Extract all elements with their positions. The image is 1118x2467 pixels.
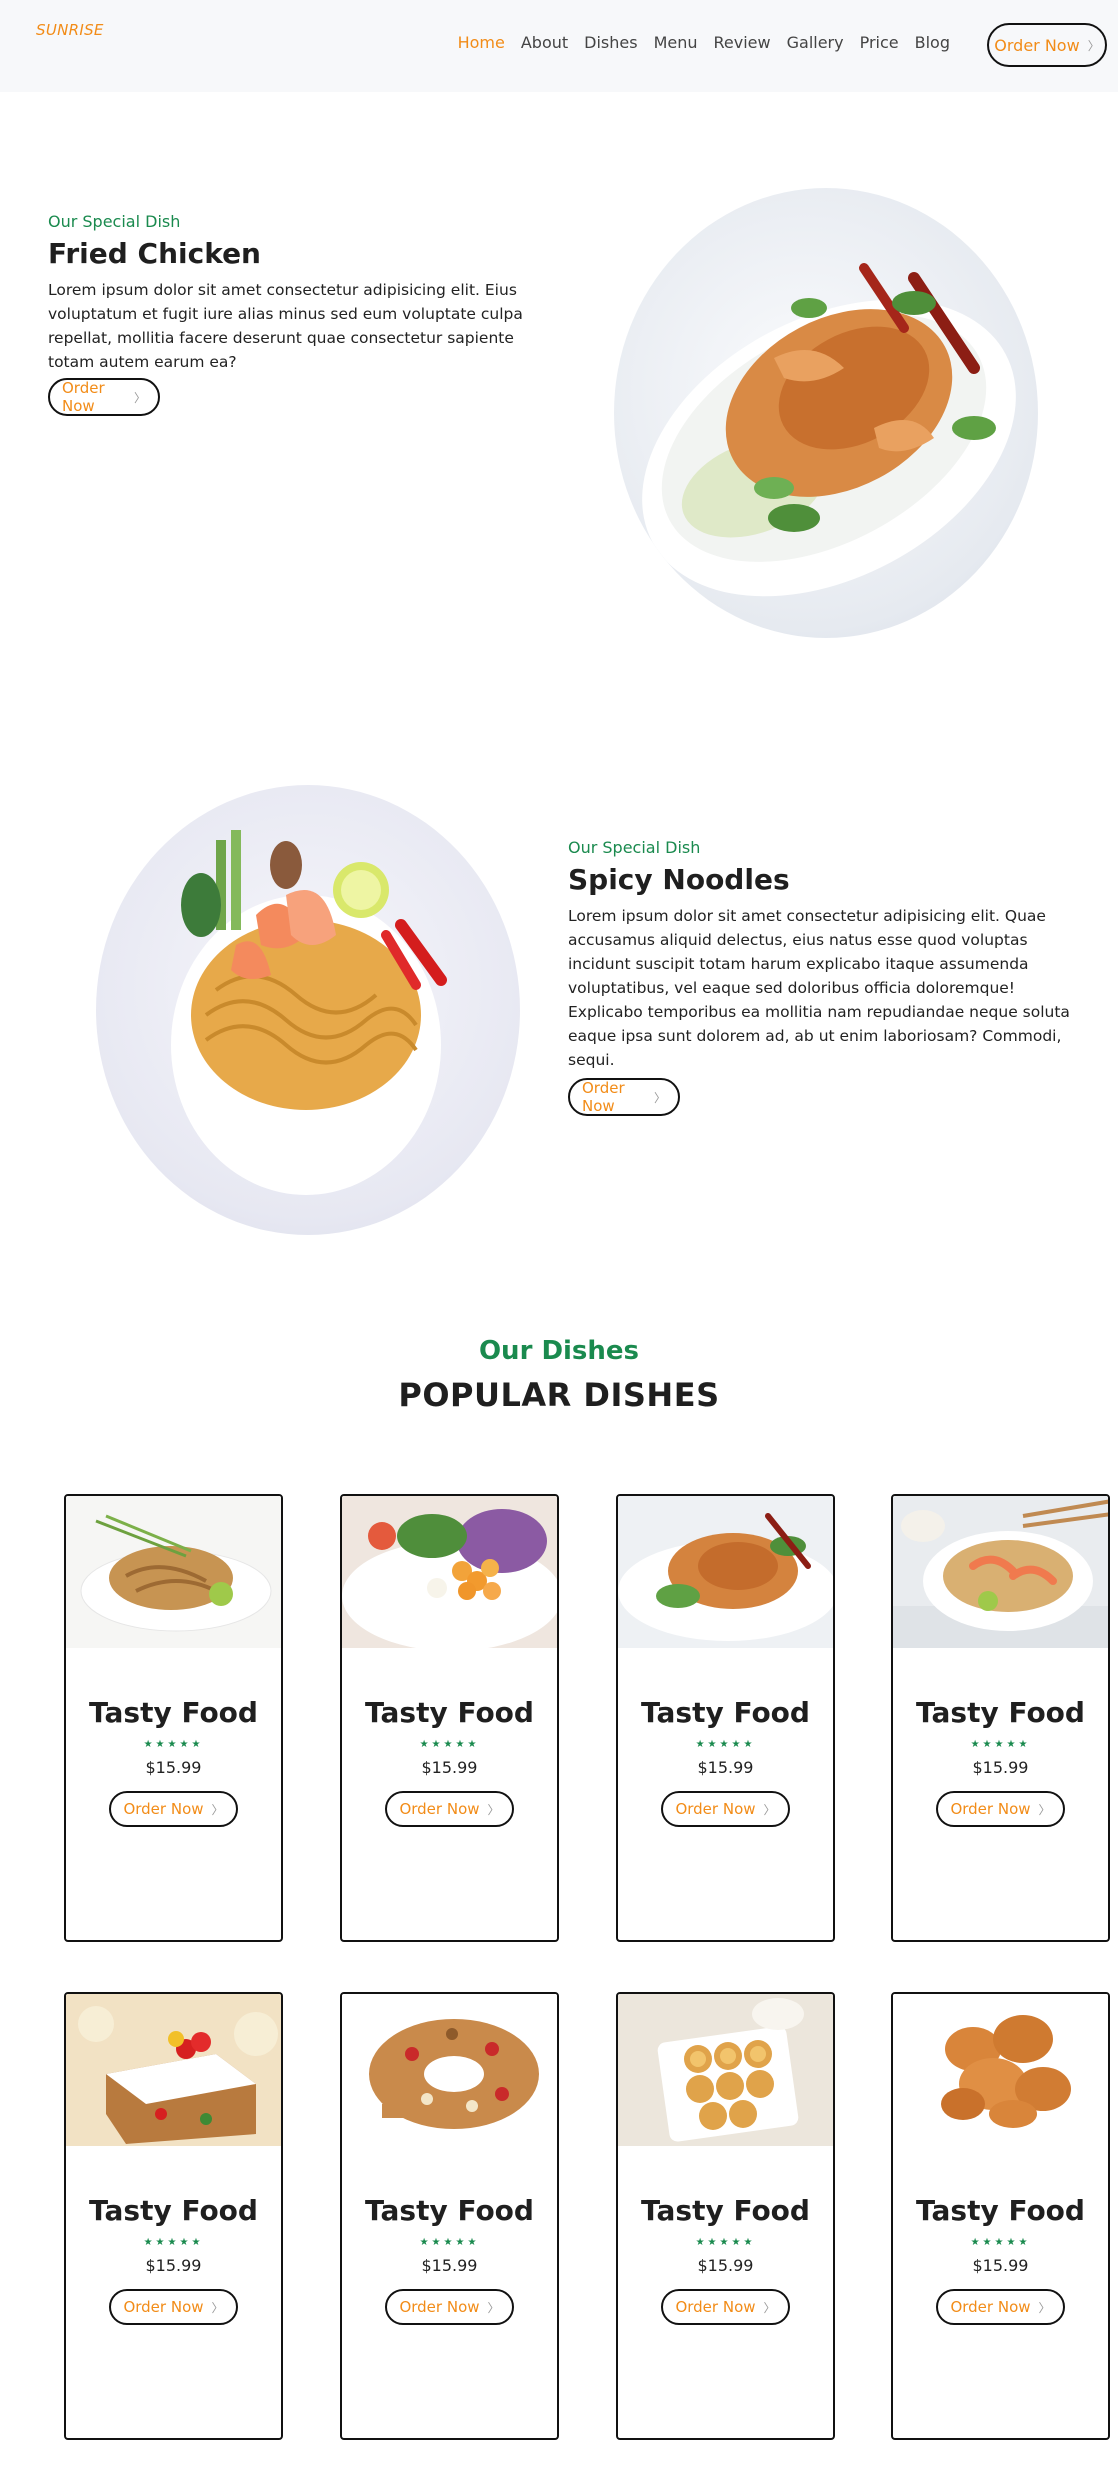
special-description: Lorem ipsum dolor sit amet consectetur a… — [568, 907, 1070, 1069]
dish-order-button[interactable]: Order Now 〉 — [936, 2289, 1065, 2325]
dish-title: Tasty Food — [365, 2194, 534, 2227]
fried-chicken-image — [614, 188, 1038, 638]
dish-price: $15.99 — [972, 2256, 1029, 2275]
special-dish-1: Our Special Dish Fried Chicken Lorem ips… — [48, 212, 560, 374]
nav-home[interactable]: Home — [458, 33, 505, 52]
dish-order-button[interactable]: Order Now 〉 — [385, 2289, 514, 2325]
dish-title: Tasty Food — [641, 1696, 810, 1729]
rating-stars: ★★★★★ — [695, 2237, 756, 2248]
rating-stars: ★★★★★ — [695, 1739, 756, 1750]
nav-dishes[interactable]: Dishes — [584, 33, 637, 52]
rating-stars: ★★★★★ — [143, 1739, 204, 1750]
order-label: Order Now — [950, 2298, 1031, 2316]
dish-price: $15.99 — [697, 1758, 754, 1777]
section-title: POPULAR DISHES — [398, 1376, 720, 1414]
dish-order-button[interactable]: Order Now 〉 — [936, 1791, 1065, 1827]
dish-card: Tasty Food ★★★★★ $15.99 Order Now 〉 — [340, 1992, 559, 2440]
header-order-button[interactable]: Order Now 〉 — [987, 23, 1107, 67]
dish-image-ring-cake — [342, 1994, 557, 2146]
dish-title: Tasty Food — [641, 2194, 810, 2227]
nav-blog[interactable]: Blog — [915, 33, 950, 52]
nav-menu[interactable]: Menu — [654, 33, 698, 52]
order-label: Order Now — [123, 1800, 204, 1818]
dish-price: $15.99 — [421, 1758, 478, 1777]
chevron-right-icon: 〉 — [487, 1802, 500, 1817]
dish-title: Tasty Food — [916, 2194, 1085, 2227]
dish-title: Tasty Food — [916, 1696, 1085, 1729]
order-label: Order Now — [582, 1079, 625, 1115]
dish-card: Tasty Food ★★★★★ $15.99 Order Now 〉 — [891, 1992, 1110, 2440]
section-subtitle: Our Dishes — [478, 1336, 640, 1366]
order-label: Order Now — [62, 379, 105, 415]
spicy-noodles-image — [96, 785, 520, 1235]
dish-order-button[interactable]: Order Now 〉 — [109, 1791, 238, 1827]
dish-price: $15.99 — [697, 2256, 754, 2275]
rating-stars: ★★★★★ — [970, 2237, 1031, 2248]
order-label: Order Now — [675, 1800, 756, 1818]
rating-stars: ★★★★★ — [419, 2237, 480, 2248]
dish-price: $15.99 — [972, 1758, 1029, 1777]
chevron-right-icon: 〉 — [763, 2300, 776, 2315]
nav-review[interactable]: Review — [714, 33, 771, 52]
header-order-label: Order Now — [994, 35, 1080, 55]
dish-image-pad-thai — [66, 1496, 281, 1648]
dish-title: Tasty Food — [89, 2194, 258, 2227]
order-label: Order Now — [950, 1800, 1031, 1818]
special-description: Lorem ipsum dolor sit amet consectetur a… — [48, 281, 523, 371]
dish-card: Tasty Food ★★★★★ $15.99 Order Now 〉 — [340, 1494, 559, 1942]
dish-price: $15.99 — [145, 2256, 202, 2275]
dish-image-egg-tarts — [618, 1994, 833, 2146]
chevron-right-icon: 〉 — [1038, 1802, 1051, 1817]
chevron-right-icon: 〉 — [763, 1802, 776, 1817]
chevron-right-icon: 〉 — [1038, 2300, 1051, 2315]
chevron-right-icon: 〉 — [1087, 38, 1100, 53]
nav-about[interactable]: About — [521, 33, 568, 52]
nav-price[interactable]: Price — [860, 33, 899, 52]
dish-price: $15.99 — [421, 2256, 478, 2275]
dish-order-button[interactable]: Order Now 〉 — [661, 1791, 790, 1827]
dish-image-chicken-salad — [618, 1496, 833, 1648]
special-2-order-button[interactable]: Order Now 〉 — [568, 1078, 680, 1116]
nav-gallery[interactable]: Gallery — [787, 33, 844, 52]
rating-stars: ★★★★★ — [143, 2237, 204, 2248]
order-label: Order Now — [399, 2298, 480, 2316]
special-eyebrow: Our Special Dish — [48, 212, 181, 231]
dish-order-button[interactable]: Order Now 〉 — [385, 1791, 514, 1827]
order-label: Order Now — [675, 2298, 756, 2316]
site-header: SUNRISE Home About Dishes Menu Review Ga… — [0, 0, 1118, 92]
dish-order-button[interactable]: Order Now 〉 — [109, 2289, 238, 2325]
special-title: Spicy Noodles — [568, 863, 790, 896]
special-dish-2: Our Special Dish Spicy Noodles Lorem ips… — [568, 838, 1088, 1072]
special-title: Fried Chicken — [48, 237, 261, 270]
dish-card: Tasty Food ★★★★★ $15.99 Order Now 〉 — [64, 1992, 283, 2440]
rating-stars: ★★★★★ — [419, 1739, 480, 1750]
chevron-right-icon: 〉 — [487, 2300, 500, 2315]
main-nav: Home About Dishes Menu Review Gallery Pr… — [442, 33, 950, 52]
dish-card: Tasty Food ★★★★★ $15.99 Order Now 〉 — [616, 1494, 835, 1942]
dish-image-fried-chicken — [893, 1994, 1108, 2146]
dish-image-fruit-cake — [66, 1994, 281, 2146]
chevron-right-icon: 〉 — [211, 1802, 224, 1817]
dish-card: Tasty Food ★★★★★ $15.99 Order Now 〉 — [891, 1494, 1110, 1942]
rating-stars: ★★★★★ — [970, 1739, 1031, 1750]
order-label: Order Now — [123, 2298, 204, 2316]
dish-title: Tasty Food — [365, 1696, 534, 1729]
logo[interactable]: SUNRISE — [36, 21, 104, 39]
special-1-order-button[interactable]: Order Now 〉 — [48, 378, 160, 416]
dish-image-shrimp-noodles — [893, 1496, 1108, 1648]
chevron-right-icon: 〉 — [133, 390, 146, 405]
special-eyebrow: Our Special Dish — [568, 838, 701, 857]
order-label: Order Now — [399, 1800, 480, 1818]
dish-title: Tasty Food — [89, 1696, 258, 1729]
chevron-right-icon: 〉 — [653, 1090, 666, 1105]
dish-image-mixed-salad — [342, 1496, 557, 1648]
dish-order-button[interactable]: Order Now 〉 — [661, 2289, 790, 2325]
dish-card: Tasty Food ★★★★★ $15.99 Order Now 〉 — [616, 1992, 835, 2440]
dish-card: Tasty Food ★★★★★ $15.99 Order Now 〉 — [64, 1494, 283, 1942]
chevron-right-icon: 〉 — [211, 2300, 224, 2315]
dish-price: $15.99 — [145, 1758, 202, 1777]
